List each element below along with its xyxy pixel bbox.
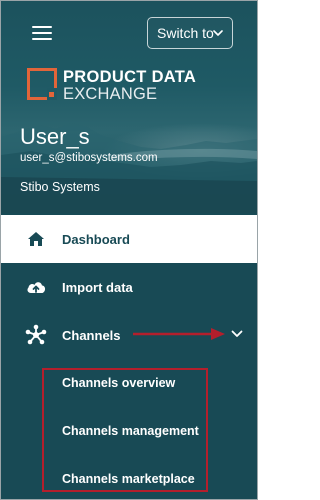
annotation-arrow xyxy=(133,328,225,340)
sidebar-item-import-data[interactable]: Import data xyxy=(1,263,257,311)
annotation-highlight-box xyxy=(42,368,208,492)
switch-to-label: Switch to xyxy=(157,25,214,41)
sidebar-header: Switch to PRODUCT DATA EXCHANGE User_s u… xyxy=(1,1,257,213)
organization-name: Stibo Systems xyxy=(20,180,100,194)
sidebar-item-label: Dashboard xyxy=(62,232,130,247)
channels-network-icon xyxy=(25,324,47,345)
menu-icon[interactable] xyxy=(32,26,52,40)
user-name: User_s xyxy=(20,124,90,149)
user-email: user_s@stibosystems.com xyxy=(20,152,158,164)
cloud-upload-icon xyxy=(27,282,46,293)
home-icon xyxy=(28,232,44,246)
sidebar-item-label: Import data xyxy=(62,280,133,295)
pdx-logo-icon xyxy=(27,68,57,100)
logo-text-line2: EXCHANGE xyxy=(63,85,158,103)
switch-to-button[interactable]: Switch to xyxy=(147,17,233,49)
chevron-down-icon[interactable] xyxy=(231,330,243,338)
chevron-down-icon xyxy=(213,30,223,36)
app-sidebar: Switch to PRODUCT DATA EXCHANGE User_s u… xyxy=(0,0,258,500)
sidebar-item-label: Channels xyxy=(62,328,121,343)
sidebar-item-dashboard[interactable]: Dashboard xyxy=(1,215,257,263)
